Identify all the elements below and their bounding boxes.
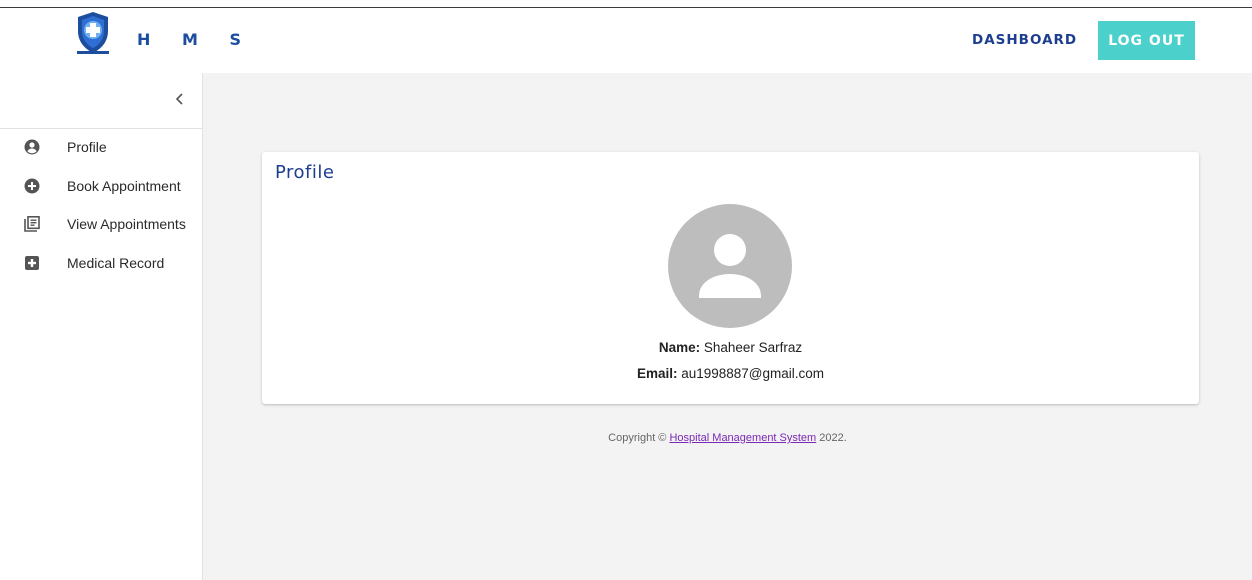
copyright-year: 2022. bbox=[819, 432, 847, 444]
profile-name-row: Name: Shaheer Sarfraz bbox=[262, 340, 1199, 355]
chevron-left-icon[interactable] bbox=[172, 91, 188, 107]
sidebar-item-label: Book Appointment bbox=[67, 178, 181, 194]
shield-plus-icon bbox=[77, 12, 109, 54]
main-content: Profile Name: Shaheer Sarfraz Email: au1… bbox=[203, 73, 1252, 580]
sidebar-item-label: View Appointments bbox=[67, 216, 186, 232]
sidebar-item-label: Medical Record bbox=[67, 255, 165, 271]
email-value: au1998887@gmail.com bbox=[681, 366, 825, 381]
library-books-icon bbox=[24, 216, 40, 232]
add-circle-icon bbox=[24, 178, 40, 194]
account-circle-icon bbox=[24, 139, 40, 155]
profile-email-row: Email: au1998887@gmail.com bbox=[262, 366, 1199, 381]
profile-card: Profile Name: Shaheer Sarfraz Email: au1… bbox=[262, 152, 1199, 404]
sidebar-item-label: Profile bbox=[67, 139, 107, 155]
footer-link[interactable]: Hospital Management System bbox=[669, 432, 816, 444]
logout-button[interactable]: LOG OUT bbox=[1098, 21, 1195, 60]
email-label: Email: bbox=[636, 366, 678, 381]
app-header: H M S DASHBOARD LOG OUT bbox=[0, 8, 1252, 73]
sidebar-item-profile[interactable]: Profile bbox=[0, 129, 202, 167]
sidebar-item-medical-record[interactable]: Medical Record bbox=[0, 245, 202, 283]
footer-copyright: Copyright © Hospital Management System 2… bbox=[203, 432, 1252, 444]
sidebar-item-view-appointments[interactable]: View Appointments bbox=[0, 206, 202, 244]
copyright-prefix: Copyright © bbox=[608, 432, 667, 444]
person-avatar-icon bbox=[668, 204, 792, 328]
dashboard-link[interactable]: DASHBOARD bbox=[972, 32, 1077, 48]
sidebar: Profile Book Appointment View Appointmen… bbox=[0, 73, 203, 580]
name-label: Name: bbox=[658, 340, 701, 355]
name-value: Shaheer Sarfraz bbox=[703, 340, 803, 355]
medical-plus-box-icon bbox=[25, 256, 39, 270]
page-title: Profile bbox=[275, 162, 335, 183]
sidebar-item-book-appointment[interactable]: Book Appointment bbox=[0, 168, 202, 206]
brand-title: H M S bbox=[137, 30, 254, 49]
